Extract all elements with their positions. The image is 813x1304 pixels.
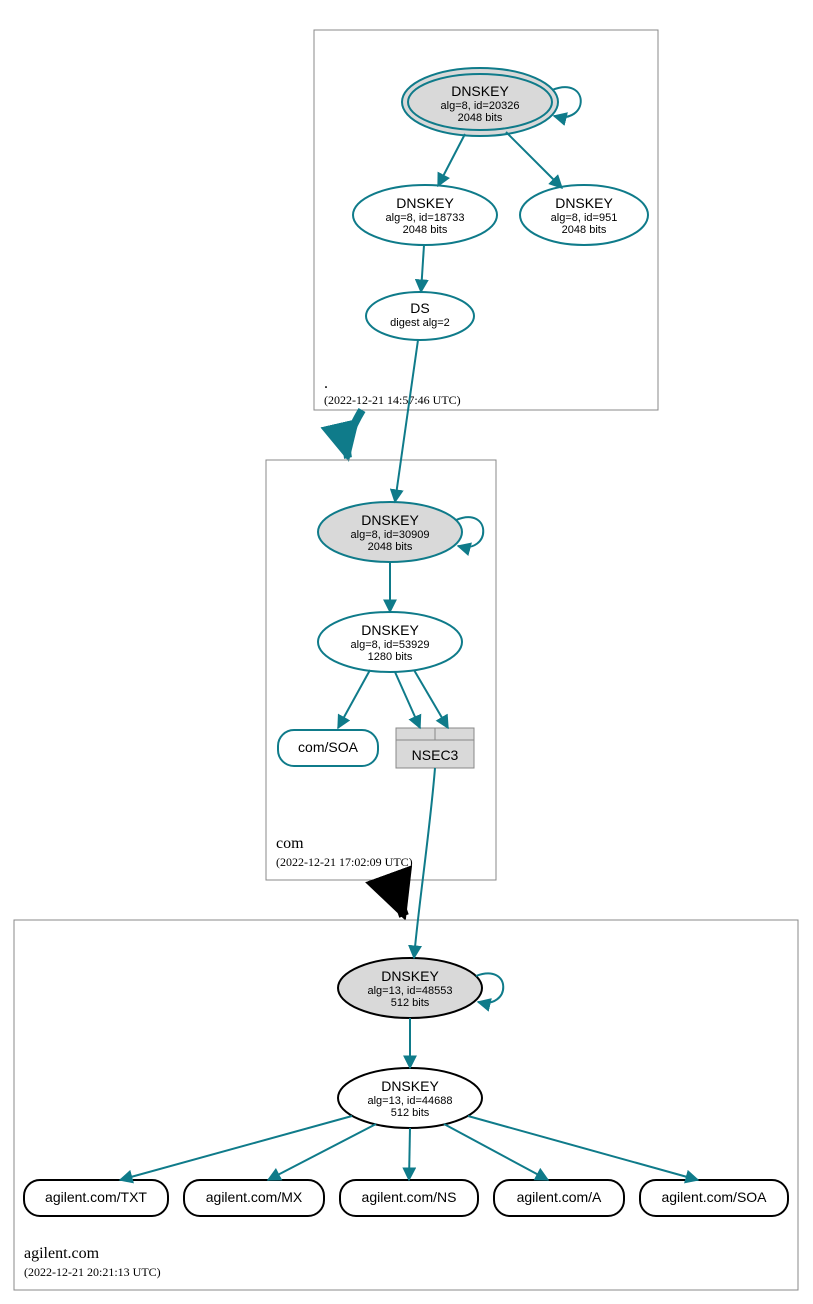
svg-text:agilent.com/TXT: agilent.com/TXT	[45, 1189, 147, 1205]
node-com-zsk: DNSKEY alg=8, id=53929 1280 bits	[318, 612, 462, 672]
node-agilent-soa: agilent.com/SOA	[640, 1180, 788, 1216]
svg-text:agilent.com/A: agilent.com/A	[517, 1189, 602, 1205]
svg-text:512 bits: 512 bits	[391, 997, 430, 1009]
node-root-ds: DS digest alg=2	[366, 292, 474, 340]
svg-text:alg=13, id=44688: alg=13, id=44688	[367, 1095, 452, 1107]
svg-text:alg=8, id=18733: alg=8, id=18733	[386, 212, 465, 224]
zone-root: . (2022-12-21 14:57:46 UTC) DNSKEY alg=8…	[314, 30, 658, 410]
svg-text:2048 bits: 2048 bits	[403, 224, 448, 236]
svg-text:1280 bits: 1280 bits	[368, 651, 413, 663]
zone-com: com (2022-12-21 17:02:09 UTC) DNSKEY alg…	[266, 340, 496, 880]
svg-text:agilent.com/SOA: agilent.com/SOA	[661, 1189, 767, 1205]
zone-agilent: agilent.com (2022-12-21 20:21:13 UTC) DN…	[14, 768, 798, 1290]
svg-text:DNSKEY: DNSKEY	[555, 195, 613, 211]
svg-text:alg=8, id=951: alg=8, id=951	[551, 212, 618, 224]
zone-root-timestamp: (2022-12-21 14:57:46 UTC)	[324, 393, 461, 407]
svg-text:DNSKEY: DNSKEY	[361, 622, 419, 638]
svg-text:512 bits: 512 bits	[391, 1107, 430, 1119]
svg-text:alg=13, id=48553: alg=13, id=48553	[367, 985, 452, 997]
node-com-nsec3: NSEC3	[396, 728, 474, 768]
dnssec-diagram: . (2022-12-21 14:57:46 UTC) DNSKEY alg=8…	[0, 0, 813, 1304]
svg-text:agilent.com/NS: agilent.com/NS	[362, 1189, 457, 1205]
svg-text:DS: DS	[410, 300, 429, 316]
node-com-soa: com/SOA	[278, 730, 378, 766]
node-agilent-ns: agilent.com/NS	[340, 1180, 478, 1216]
zone-root-name: .	[324, 375, 328, 392]
svg-text:2048 bits: 2048 bits	[368, 541, 413, 553]
svg-text:alg=8, id=30909: alg=8, id=30909	[351, 529, 430, 541]
node-agilent-mx: agilent.com/MX	[184, 1180, 324, 1216]
node-agilent-txt: agilent.com/TXT	[24, 1180, 168, 1216]
svg-text:2048 bits: 2048 bits	[562, 224, 607, 236]
svg-text:2048 bits: 2048 bits	[458, 112, 503, 124]
zone-agilent-timestamp: (2022-12-21 20:21:13 UTC)	[24, 1265, 161, 1279]
node-agilent-a: agilent.com/A	[494, 1180, 624, 1216]
node-root-zsk2: DNSKEY alg=8, id=951 2048 bits	[520, 185, 648, 245]
svg-text:DNSKEY: DNSKEY	[361, 512, 419, 528]
svg-text:digest alg=2: digest alg=2	[390, 317, 450, 329]
svg-text:com/SOA: com/SOA	[298, 739, 359, 755]
node-com-ksk: DNSKEY alg=8, id=30909 2048 bits	[318, 502, 462, 562]
svg-text:NSEC3: NSEC3	[412, 747, 459, 763]
svg-text:DNSKEY: DNSKEY	[381, 1078, 439, 1094]
svg-text:agilent.com/MX: agilent.com/MX	[206, 1189, 303, 1205]
node-agilent-ksk: DNSKEY alg=13, id=48553 512 bits	[338, 958, 482, 1018]
svg-text:alg=8, id=20326: alg=8, id=20326	[441, 100, 520, 112]
svg-text:DNSKEY: DNSKEY	[451, 83, 509, 99]
svg-text:alg=8, id=53929: alg=8, id=53929	[351, 639, 430, 651]
svg-text:DNSKEY: DNSKEY	[381, 968, 439, 984]
zone-agilent-name: agilent.com	[24, 1245, 100, 1262]
node-root-ksk: DNSKEY alg=8, id=20326 2048 bits	[402, 68, 558, 136]
node-agilent-zsk: DNSKEY alg=13, id=44688 512 bits	[338, 1068, 482, 1128]
node-root-zsk1: DNSKEY alg=8, id=18733 2048 bits	[353, 185, 497, 245]
zone-com-timestamp: (2022-12-21 17:02:09 UTC)	[276, 855, 413, 869]
svg-text:DNSKEY: DNSKEY	[396, 195, 454, 211]
zone-com-name: com	[276, 835, 304, 852]
